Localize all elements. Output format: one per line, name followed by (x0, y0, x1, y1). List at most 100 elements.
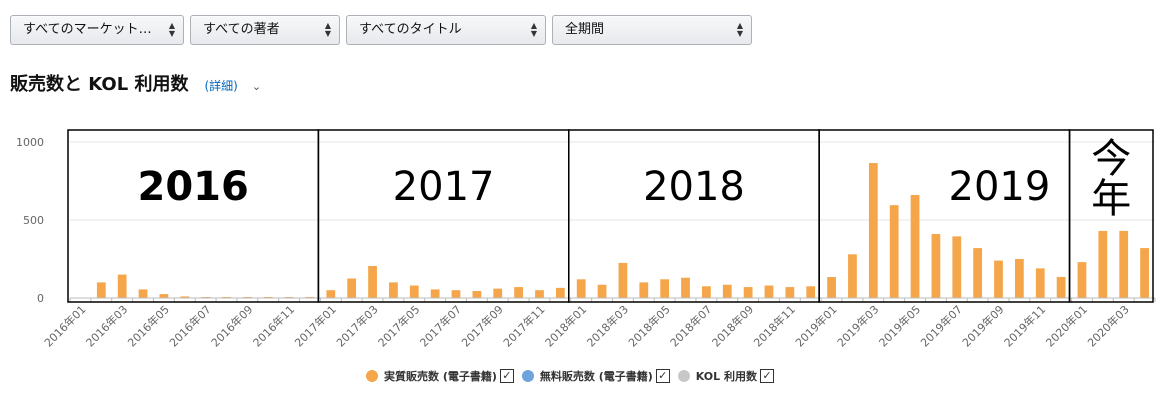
chart-bar (514, 287, 523, 298)
x-tick-label: 2018年07 (667, 302, 714, 349)
chevron-down-icon[interactable]: ⌄ (252, 80, 261, 93)
title-select-label: すべてのタイトル (359, 22, 462, 37)
author-select[interactable]: すべての著者 ▲ ▼ (190, 15, 340, 45)
x-tick-label: 2016年09 (208, 302, 255, 349)
market-select[interactable]: すべてのマーケット… ▲ ▼ (10, 15, 184, 45)
select-arrows-icon: ▲ ▼ (530, 21, 537, 38)
chart-bar (451, 290, 461, 298)
market-select-label: すべてのマーケット… (23, 22, 152, 37)
year-label: 2018 (643, 164, 745, 210)
checkbox-checked-icon[interactable]: ✓ (760, 369, 775, 383)
chart-bar (347, 278, 357, 298)
chart-bar (639, 282, 649, 298)
x-tick-label: 2016年07 (166, 302, 213, 349)
chart-bar (1098, 230, 1108, 298)
chart-bar (472, 290, 482, 298)
year-label: 2016 (138, 164, 249, 210)
legend-dot-icon (677, 370, 690, 382)
x-tick-label: 2017年07 (417, 302, 464, 349)
x-tick-label: 2020年01 (1043, 302, 1090, 349)
x-tick-label: 2019年03 (834, 302, 881, 349)
legend-item-paid-sales[interactable]: 実質販売数 (電子書籍) ✓ (366, 368, 514, 384)
select-arrows-icon: ▲ ▼ (324, 21, 331, 38)
year-box (317, 129, 570, 303)
chart-bar (931, 234, 941, 298)
sales-chart: 050010002016年012016年032016年052016年072016… (16, 129, 1156, 350)
section-header: 販売数と KOL 利用数 (詳細) ⌄ (10, 70, 261, 96)
legend-label: KOL 利用数 (695, 370, 758, 383)
chart-bar (618, 262, 628, 298)
chart-bar (1014, 259, 1024, 298)
chart-bar (368, 266, 377, 298)
chart-bar (430, 289, 440, 298)
x-tick-label: 2018年01 (542, 302, 589, 349)
chart-bar (117, 274, 127, 298)
title-select[interactable]: すべてのタイトル ▲ ▼ (346, 15, 546, 45)
chart-bar (994, 260, 1003, 298)
chart-bar (1140, 248, 1149, 298)
chart-bar (138, 289, 148, 298)
x-tick-label: 2016年03 (83, 302, 130, 349)
legend-dot-icon (366, 370, 378, 382)
x-tick-label: 2016年01 (41, 302, 88, 349)
chart-bar (785, 287, 795, 298)
chart-bar (702, 286, 711, 298)
chart-bar (764, 285, 774, 298)
legend-dot-icon (521, 370, 534, 382)
chart-bar (848, 254, 857, 298)
select-arrows-icon: ▲ ▼ (736, 21, 743, 38)
checkbox-checked-icon[interactable]: ✓ (499, 369, 514, 383)
author-select-label: すべての著者 (203, 22, 280, 37)
select-arrows-icon: ▲ ▼ (168, 21, 175, 38)
year-label: 2019 (949, 164, 1051, 210)
x-tick-label: 2020年03 (1084, 302, 1131, 349)
x-tick-label: 2017年01 (292, 302, 339, 349)
legend-item-kol[interactable]: KOL 利用数 ✓ (677, 368, 775, 384)
x-tick-label: 2018年05 (625, 302, 672, 349)
x-tick-label: 2019年11 (1001, 302, 1048, 349)
y-tick-label: 1000 (16, 136, 44, 149)
chart-bar (827, 276, 836, 298)
chart-bar (1056, 276, 1066, 298)
legend-label: 実質販売数 (電子書籍) (384, 370, 497, 383)
chart-bar (576, 279, 586, 298)
checkbox-checked-icon[interactable]: ✓ (655, 369, 670, 383)
chart-bar (409, 285, 419, 298)
legend-label: 無料販売数 (電子書籍) (539, 370, 653, 383)
year-label: 2017 (393, 164, 495, 210)
year-box (67, 129, 320, 303)
x-tick-label: 2017年11 (500, 302, 547, 349)
chart-bar (806, 286, 816, 298)
x-tick-label: 2019年09 (959, 302, 1006, 349)
chart-bar (389, 282, 398, 298)
page-title: 販売数と KOL 利用数 (10, 74, 189, 95)
y-tick-label: 0 (37, 292, 44, 305)
chart-bar (535, 290, 544, 298)
period-select[interactable]: 全期間 ▲ ▼ (552, 15, 752, 45)
x-tick-label: 2017年03 (333, 302, 380, 349)
chart-bar (952, 236, 962, 298)
filter-bar: すべてのマーケット… ▲ ▼ すべての著者 ▲ ▼ すべてのタイトル ▲ ▼ 全期間 … (10, 15, 752, 45)
details-link[interactable]: (詳細) (204, 77, 237, 94)
legend-item-free-sales[interactable]: 無料販売数 (電子書籍) ✓ (521, 368, 670, 384)
chart-bar (597, 284, 607, 298)
x-tick-label: 2018年09 (709, 302, 756, 349)
x-tick-label: 2016年11 (250, 302, 297, 349)
chart-bar (973, 248, 983, 298)
chart-bar (743, 287, 753, 298)
x-tick-label: 2016年05 (125, 302, 172, 349)
chart-bar (660, 279, 670, 298)
x-tick-label: 2019年05 (876, 302, 923, 349)
chart-bar (868, 163, 878, 298)
year-box (568, 129, 820, 303)
year-label: 年 (1091, 176, 1131, 222)
chart-bar (681, 277, 690, 298)
chart-bar (493, 288, 503, 298)
chart-bar (1035, 268, 1045, 298)
chart-bar (1119, 230, 1129, 298)
chart-bar (96, 282, 106, 298)
chart-bar (910, 195, 920, 298)
chart-bar (326, 290, 336, 298)
chart-bar (889, 205, 899, 298)
x-tick-label: 2018年03 (584, 302, 631, 349)
